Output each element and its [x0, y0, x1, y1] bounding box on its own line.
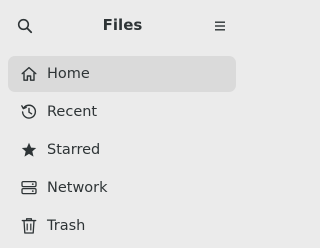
search-icon: [17, 18, 33, 34]
sidebar-item-home[interactable]: Home: [8, 56, 236, 92]
hamburger-menu-icon: [214, 20, 226, 32]
sidebar-item-label: Trash: [47, 218, 86, 234]
recent-clock-icon: [19, 102, 39, 122]
main-menu-button[interactable]: [205, 11, 235, 41]
sidebar-item-network[interactable]: Network: [8, 170, 236, 206]
star-icon: [19, 140, 39, 160]
search-button[interactable]: [10, 11, 40, 41]
home-icon: [19, 64, 39, 84]
trash-icon: [19, 216, 39, 236]
sidebar-item-recent[interactable]: Recent: [8, 94, 236, 130]
network-icon: [19, 178, 39, 198]
sidebar-item-label: Network: [47, 180, 108, 196]
files-window: Files Home Recent Starred Network Trash: [0, 0, 245, 248]
sidebar-item-label: Recent: [47, 104, 98, 120]
sidebar-item-label: Home: [47, 66, 90, 82]
sidebar-item-label: Starred: [47, 142, 101, 158]
sidebar-item-trash[interactable]: Trash: [8, 208, 236, 244]
header-bar: Files: [0, 0, 245, 50]
sidebar-item-starred[interactable]: Starred: [8, 132, 236, 168]
